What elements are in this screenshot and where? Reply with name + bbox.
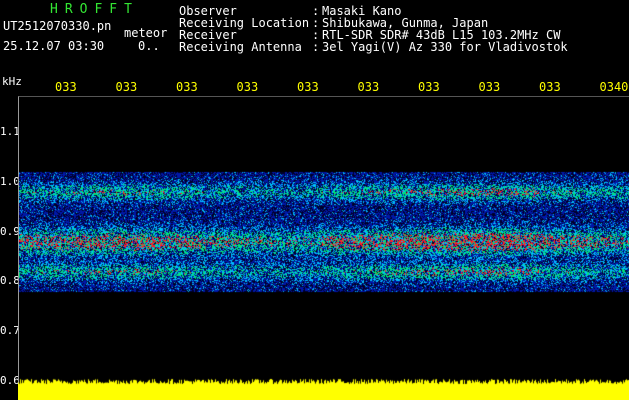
y-tick-label: 0.8: [0, 274, 20, 288]
x-tick-label: 033: [478, 80, 501, 94]
x-tick-label: 033: [236, 80, 259, 94]
y-tick-label: 1.1: [0, 125, 20, 138]
file-datetime: 25.12.07 03:30: [3, 39, 105, 53]
y-tick-label: 0.7: [0, 324, 20, 338]
x-tick-label: 033: [55, 80, 77, 94]
spectrogram-heatmap: [19, 97, 629, 400]
x-tick-label: 033: [357, 80, 380, 94]
spectrogram-plot: [18, 96, 629, 400]
x-tick-label: 033: [539, 80, 561, 94]
y-tick-label: 0.9: [0, 224, 20, 238]
hrofft-window: HROFFT UT2512070330.pn meteor 25.12.07 0…: [0, 0, 629, 400]
file-type: meteor: [124, 26, 168, 40]
event-count: 0..: [138, 39, 160, 53]
header-value: 3el Yagi(V) Az 330 for Vladivostok: [322, 40, 568, 54]
app-title: HROFFT: [50, 2, 139, 17]
y-tick-label: 1.0: [0, 174, 20, 188]
y-axis-unit: kHz: [2, 75, 22, 88]
x-tick-label: 0340: [599, 80, 629, 94]
x-tick-label: 033: [115, 80, 138, 94]
header-label: Receiving Antenna: [179, 40, 302, 54]
signal-level-bar: [18, 378, 629, 400]
file-name: UT2512070330.pn: [3, 19, 112, 33]
x-tick-label: 033: [418, 80, 440, 94]
y-tick-label: 0.6: [0, 374, 20, 387]
x-tick-label: 033: [297, 80, 319, 94]
header-row-antenna: Receiving Antenna:3el Yagi(V) Az 330 for…: [179, 40, 568, 54]
x-tick-label: 033: [176, 80, 198, 94]
